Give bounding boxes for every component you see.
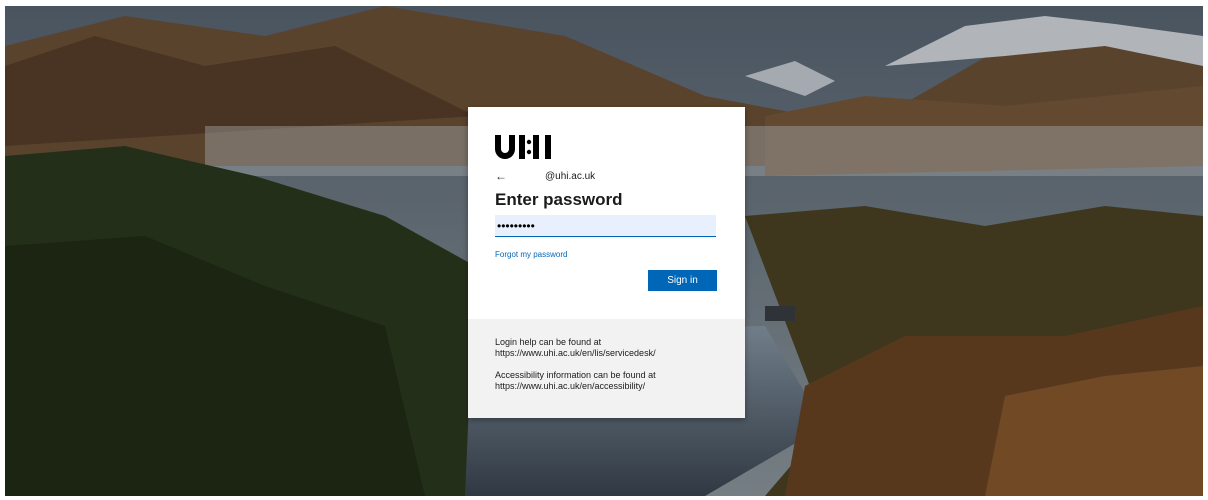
password-input[interactable] [495,215,716,237]
page-title: Enter password [495,190,623,209]
uhi-logo [495,135,551,159]
arrow-left-icon[interactable]: ← [495,169,515,183]
help-line-2: https://www.uhi.ac.uk/en/lis/servicedesk… [495,348,656,358]
accessibility-line-2: https://www.uhi.ac.uk/en/accessibility/ [495,381,646,391]
forgot-password-link[interactable]: Forgot my password [495,250,567,259]
login-card: ← @uhi.ac.uk Enter password Forgot my pa… [468,107,745,418]
accessibility-line-1: Accessibility information can be found a… [495,370,656,380]
sign-in-button[interactable]: Sign in [648,270,717,291]
login-footer: Login help can be found at https://www.u… [468,319,745,418]
identity-row: ← @uhi.ac.uk [495,169,595,183]
identity-email: @uhi.ac.uk [545,170,596,182]
help-line-1: Login help can be found at [495,337,602,347]
